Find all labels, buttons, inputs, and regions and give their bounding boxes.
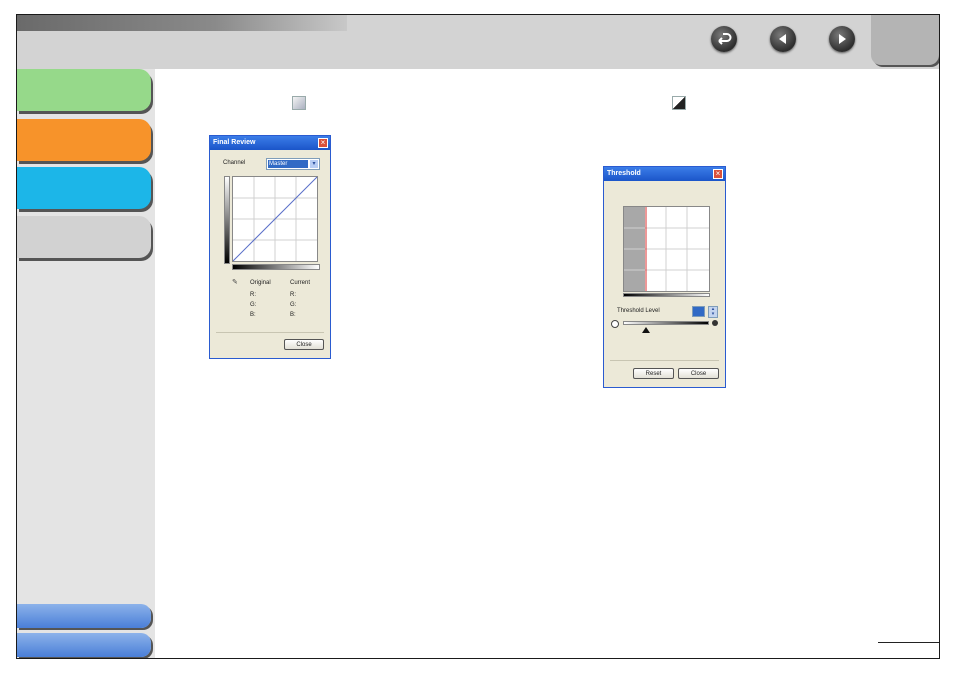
sidebar-bottom-tab-1[interactable] <box>17 604 151 628</box>
eyedropper-icon[interactable]: ✎ <box>232 278 238 286</box>
page-corner-tab[interactable] <box>871 15 939 65</box>
input-gradient-bar <box>232 264 320 270</box>
current-g: G: <box>290 302 297 308</box>
threshold-dialog: Threshold × Threshold Level ▴ ▾ Reset Clo… <box>603 166 726 388</box>
divider <box>610 360 719 361</box>
threshold-level-input[interactable] <box>692 306 705 317</box>
top-strip <box>17 15 347 31</box>
dialog-title: Threshold <box>604 167 725 181</box>
footer-rule <box>878 642 939 643</box>
back-return-icon <box>718 33 732 45</box>
tone-curve-svg <box>232 176 318 262</box>
sidebar-tab-green[interactable] <box>17 69 151 111</box>
current-b: B: <box>290 312 296 318</box>
channel-value: Master <box>268 160 308 168</box>
level-spinner[interactable]: ▴ ▾ <box>708 306 718 318</box>
threshold-level-label: Threshold Level <box>617 308 660 314</box>
current-r: R: <box>290 292 296 298</box>
sidebar-tab-gray[interactable] <box>17 216 151 258</box>
page-frame: Final Review × Channel Master ▾ ✎ Origin… <box>16 14 940 659</box>
threshold-slider[interactable] <box>623 321 709 325</box>
sidebar <box>17 69 155 658</box>
close-button[interactable]: Close <box>678 368 719 379</box>
final-review-dialog: Final Review × Channel Master ▾ ✎ Origin… <box>209 135 331 359</box>
top-bar <box>17 15 939 69</box>
output-gradient-bar <box>224 176 230 264</box>
original-g: G: <box>250 302 257 308</box>
tone-curve-graph[interactable] <box>232 176 318 262</box>
reset-button[interactable]: Reset <box>633 368 674 379</box>
close-icon[interactable]: × <box>318 138 328 148</box>
next-page-button[interactable] <box>829 26 855 52</box>
white-point-icon <box>611 320 619 328</box>
divider <box>216 332 324 333</box>
close-icon[interactable]: × <box>713 169 723 179</box>
next-page-icon <box>839 34 846 44</box>
slider-thumb-icon[interactable] <box>642 327 650 333</box>
threshold-histogram <box>623 206 710 292</box>
original-b: B: <box>250 312 256 318</box>
histogram-svg <box>624 207 709 291</box>
previous-page-button[interactable] <box>770 26 796 52</box>
close-button[interactable]: Close <box>284 339 324 350</box>
sidebar-tab-orange[interactable] <box>17 119 151 161</box>
original-label: Original <box>250 280 271 286</box>
sidebar-bottom-tab-2[interactable] <box>17 633 151 657</box>
chevron-down-icon[interactable]: ▾ <box>310 160 318 168</box>
dialog-title: Final Review <box>210 136 330 150</box>
channel-label: Channel <box>223 160 246 166</box>
current-label: Current <box>290 280 311 286</box>
channel-select[interactable]: Master ▾ <box>266 158 320 170</box>
black-point-icon <box>712 320 718 326</box>
previous-page-icon <box>779 34 786 44</box>
original-r: R: <box>250 292 256 298</box>
sidebar-tab-blue[interactable] <box>17 167 151 209</box>
threshold-icon <box>672 96 686 110</box>
final-review-icon <box>292 96 306 110</box>
histogram-gradient-bar <box>623 293 710 297</box>
back-return-button[interactable] <box>711 26 737 52</box>
